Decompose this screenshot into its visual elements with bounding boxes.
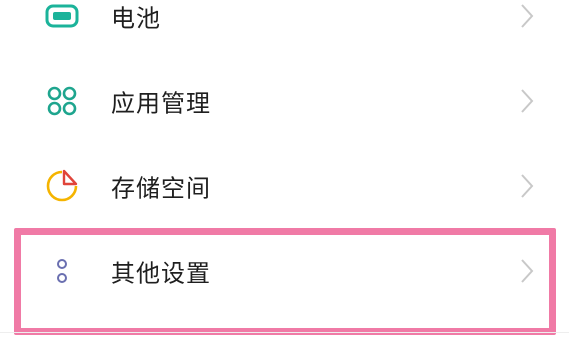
chevron-right-icon — [521, 4, 534, 28]
chevron-right-icon — [521, 259, 534, 283]
app-management-icon — [40, 79, 84, 123]
settings-item-app-management[interactable]: 应用管理 — [0, 59, 569, 143]
settings-screen: 电池 应用管理 存储空间 其他设置 — [0, 0, 569, 341]
battery-icon — [40, 0, 84, 38]
chevron-right-icon — [521, 174, 534, 198]
settings-item-label: 其他设置 — [111, 259, 211, 288]
more-settings-icon — [40, 249, 84, 293]
settings-item-label: 电池 — [111, 4, 161, 33]
divider — [0, 332, 569, 333]
settings-item-storage[interactable]: 存储空间 — [0, 144, 569, 228]
chevron-right-icon — [521, 89, 534, 113]
storage-icon — [40, 164, 84, 208]
settings-item-label: 应用管理 — [111, 89, 211, 118]
settings-item-label: 存储空间 — [111, 174, 211, 203]
settings-item-battery[interactable]: 电池 — [0, 0, 569, 58]
settings-item-other-settings[interactable]: 其他设置 — [0, 229, 569, 313]
